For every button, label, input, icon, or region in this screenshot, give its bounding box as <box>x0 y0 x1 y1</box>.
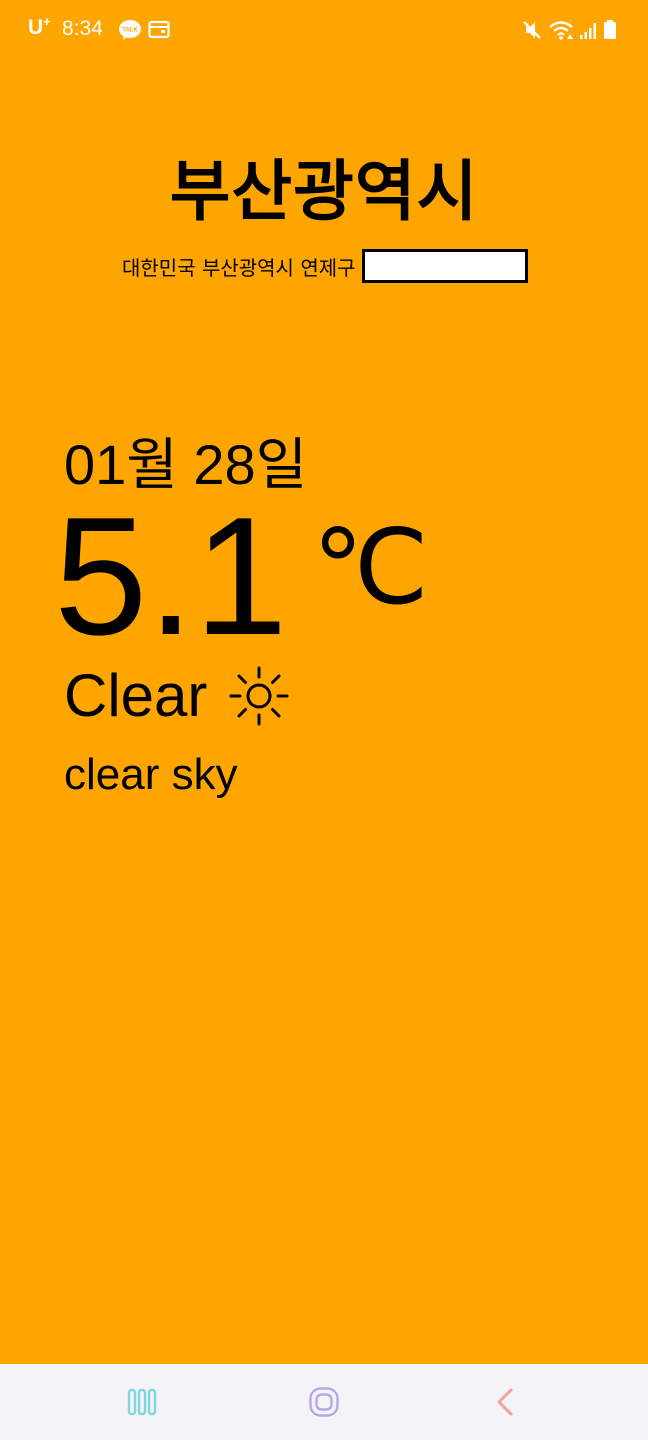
condition-row: Clear <box>64 664 291 728</box>
sun-icon <box>229 666 289 726</box>
address-line: 대한민국 부산광역시 연제구 <box>122 248 528 284</box>
home-button[interactable] <box>300 1378 348 1426</box>
status-bar: U+ 8:34 TALK <box>0 0 648 62</box>
wallet-icon <box>148 20 170 39</box>
temperature-unit: ℃ <box>312 510 429 626</box>
back-icon <box>497 1388 513 1416</box>
wifi-icon <box>549 21 573 40</box>
back-button[interactable] <box>482 1378 530 1426</box>
redacted-address-box <box>361 249 528 283</box>
weather-description: clear sky <box>64 750 238 799</box>
carrier-label: U+ <box>28 14 51 39</box>
temperature-value: 5.1 <box>54 482 288 670</box>
condition-label: Clear <box>64 662 208 729</box>
home-icon <box>309 1387 339 1417</box>
battery-icon <box>604 20 616 39</box>
signal-icon <box>580 23 596 39</box>
address-text: 대한민국 부산광역시 연제구 <box>122 255 356 280</box>
mute-icon <box>523 21 541 39</box>
talk-icon: TALK <box>119 20 141 40</box>
status-clock: 8:34 <box>62 17 103 40</box>
city-title: 부산광역시 <box>169 153 479 230</box>
recent-apps-button[interactable] <box>118 1378 166 1426</box>
navigation-bar <box>0 1364 648 1440</box>
svg-text:TALK: TALK <box>122 28 138 34</box>
recent-apps-icon <box>127 1388 157 1416</box>
